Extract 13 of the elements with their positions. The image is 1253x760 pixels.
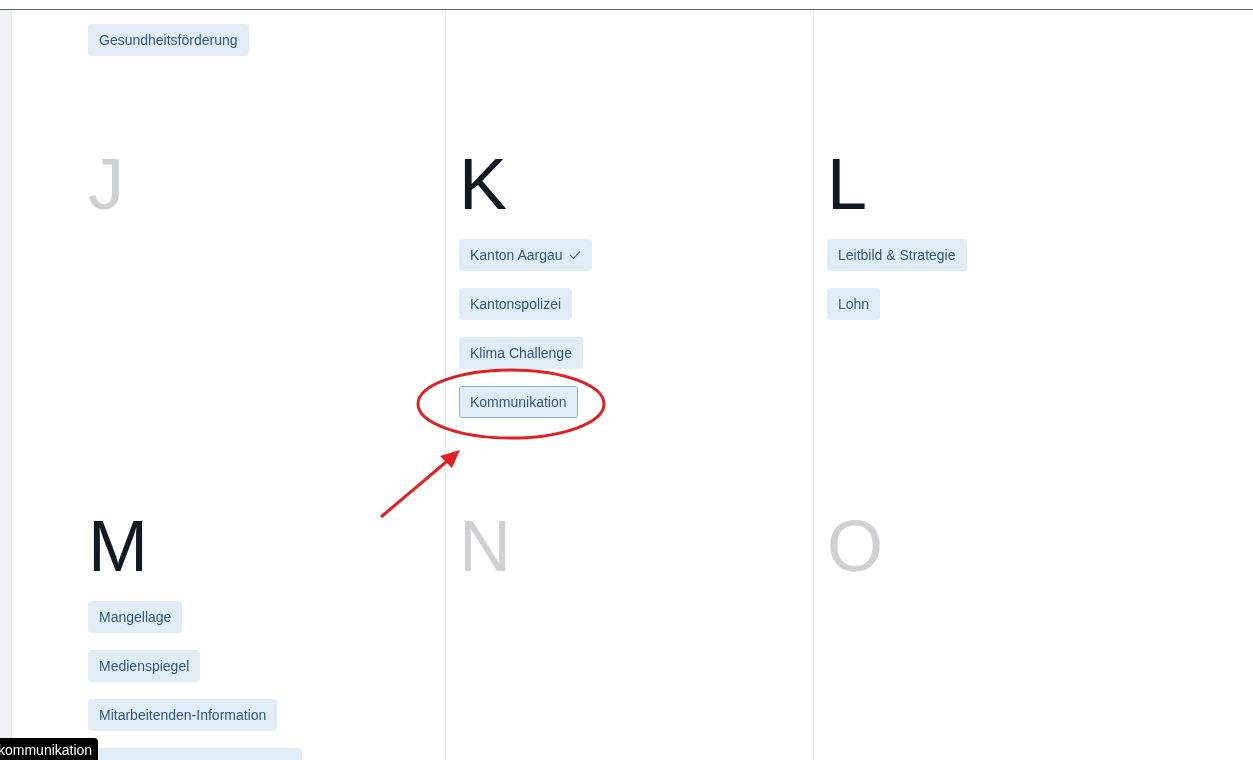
tag-button[interactable]: Mitarbeitenden-Information: [88, 699, 278, 731]
tag-button[interactable]: Klima Challenge: [459, 337, 583, 369]
tag-button[interactable]: Leitbild & Strategie: [827, 239, 967, 271]
section-letter: L: [827, 148, 869, 220]
tag-button[interactable]: Lohn: [827, 288, 881, 320]
tag-button[interactable]: Medienspiegel: [88, 650, 201, 682]
tag-button[interactable]: Kantonspolizei: [459, 288, 573, 320]
tag-button[interactable]: Kommunikation: [459, 386, 578, 418]
tag-button[interactable]: Mangellage: [88, 601, 183, 633]
tag-button[interactable]: Gesundheitsförderung: [88, 24, 249, 56]
tag-button[interactable]: Kanton Aargau: [459, 239, 592, 271]
section-letter: K: [459, 148, 509, 220]
section-letter: M: [88, 510, 149, 582]
